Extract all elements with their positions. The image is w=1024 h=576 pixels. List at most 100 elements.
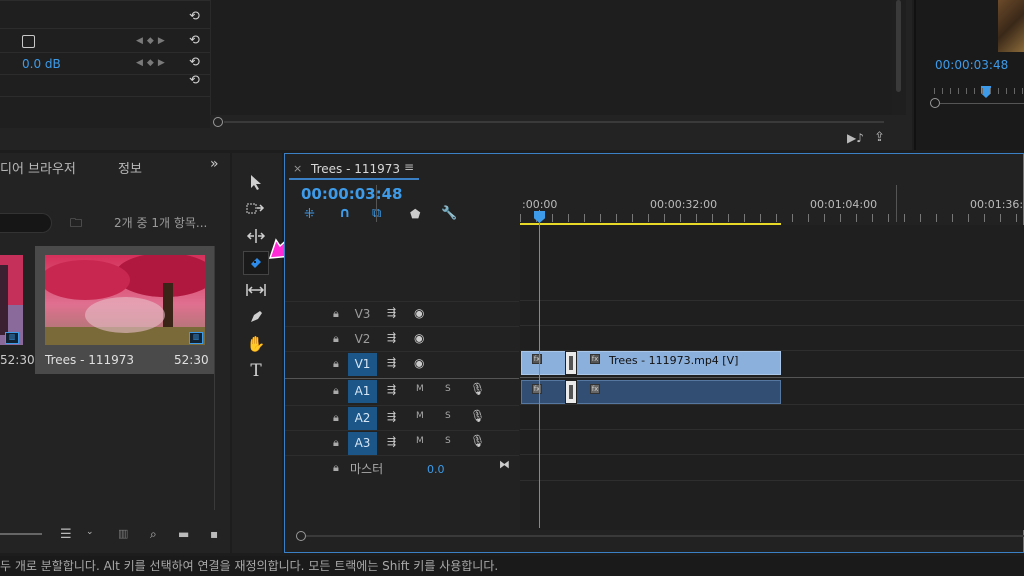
playhead[interactable]	[539, 210, 540, 528]
status-bar: 두 개로 분할합니다. Alt 키를 선택하여 연결을 재정의합니다. 모든 트…	[0, 556, 1024, 576]
pen-tool-icon[interactable]	[243, 305, 269, 329]
vertical-scrollbar[interactable]	[892, 0, 906, 115]
search-icon[interactable]: ⌕	[150, 527, 157, 542]
audio-video-badge-icon: ▥	[189, 332, 203, 344]
razor-cursor	[565, 380, 577, 404]
sync-lock-icon[interactable]: ⇶	[387, 435, 396, 448]
solo-button[interactable]: S	[445, 384, 451, 394]
tab-info[interactable]: 정보	[118, 158, 142, 177]
sort-icon[interactable]: ☰	[60, 527, 72, 542]
program-preview-image	[998, 0, 1024, 52]
search-input[interactable]	[0, 213, 52, 233]
master-track-label: 마스터	[350, 462, 384, 476]
track-toggle-v1[interactable]: V1	[348, 353, 377, 376]
master-volume[interactable]: 0.0	[427, 463, 445, 476]
sync-lock-icon[interactable]: ⇶	[387, 356, 396, 369]
fx-icon: fx	[532, 354, 542, 364]
reset-icon[interactable]: ⟲	[189, 55, 200, 70]
reset-icon[interactable]: ⟲	[189, 9, 200, 24]
program-timecode[interactable]: 00:00:03:48	[935, 58, 1008, 72]
reset-icon[interactable]: ⟲	[189, 33, 200, 48]
track-toggle-v3[interactable]: V3	[348, 303, 377, 326]
ruler-label: 00:00:32:00	[650, 198, 718, 211]
mute-button[interactable]: M	[416, 384, 424, 394]
track-toggle-v2[interactable]: V2	[348, 328, 377, 351]
selection-tool-icon[interactable]	[243, 170, 269, 194]
hand-tool-icon[interactable]: ✋	[243, 332, 269, 356]
razor-cursor	[565, 351, 577, 375]
find-icon[interactable]: 🗀	[70, 214, 82, 235]
microphone-icon[interactable]: 🎙︎	[470, 382, 485, 396]
track-header-v3: 🔒︎ V3 ⇶ ◉	[285, 301, 519, 326]
wrench-icon[interactable]: 🔧	[441, 206, 457, 221]
track-header-a3: 🔒︎ A3 ⇶ M S 🎙︎	[285, 430, 519, 455]
horizontal-scrollbar[interactable]	[210, 117, 892, 127]
track-header-master: 🔒︎ 마스터 0.0 ⧓	[285, 455, 519, 480]
keyframe-nav-icon[interactable]: ◀◆▶	[136, 36, 169, 46]
clip-thumbnail[interactable]	[45, 255, 205, 345]
new-item-icon[interactable]: ▪	[210, 527, 218, 541]
tab-media-browser[interactable]: 디어 브라우저	[0, 158, 76, 177]
solo-button[interactable]: S	[445, 411, 451, 421]
audio-video-badge-icon: ▥	[5, 332, 19, 344]
menu-icon[interactable]: ≡	[404, 160, 414, 174]
track-header-a1: 🔒︎ A1 ⇶ M S 🎙︎	[285, 378, 519, 403]
sequence-tab[interactable]: Trees - 111973	[311, 162, 400, 176]
slip-tool-icon[interactable]	[243, 278, 269, 302]
add-marker-icon[interactable]: ⬟	[410, 207, 420, 221]
microphone-icon[interactable]: 🎙︎	[470, 434, 485, 448]
mute-button[interactable]: M	[416, 436, 424, 446]
video-clip[interactable]: fx fx Trees - 111973.mp4 [V]	[521, 351, 781, 375]
lock-icon[interactable]: 🔒︎	[333, 411, 339, 425]
clip-duration-left: 52:30	[0, 353, 35, 367]
zoom-slider[interactable]	[0, 533, 42, 535]
type-tool-icon[interactable]: T	[243, 359, 269, 383]
sync-lock-icon[interactable]: ⇶	[387, 306, 396, 319]
time-ruler[interactable]: :00:00 00:00:32:00 00:01:04:00 00:01:36:	[520, 195, 1024, 225]
solo-button[interactable]: S	[445, 436, 451, 446]
effect-controls-keyframe-area	[210, 0, 892, 115]
microphone-icon[interactable]: 🎙︎	[470, 409, 485, 423]
audio-only-icon[interactable]: ▶♪	[847, 131, 864, 145]
ruler-label: 00:01:36:	[970, 198, 1024, 211]
track-toggle-a1[interactable]: A1	[348, 380, 377, 403]
chevron-down-icon[interactable]: ⌄	[86, 527, 94, 537]
mute-button[interactable]: M	[416, 411, 424, 421]
track-toggle-a3[interactable]: A3	[348, 432, 377, 455]
nest-icon[interactable]: ⁜	[304, 207, 315, 222]
audio-clip[interactable]: fx fx	[521, 380, 781, 404]
program-scrubber[interactable]	[930, 86, 1024, 108]
clip-duration: 52:30	[174, 353, 209, 367]
export-icon[interactable]: ⇪	[874, 130, 885, 145]
lock-icon[interactable]: 🔒︎	[333, 357, 339, 371]
timeline-timecode[interactable]: 00:00:03:48	[301, 185, 403, 203]
timeline-scrollbar[interactable]	[296, 530, 1024, 542]
track-header-v2: 🔒︎ V2 ⇶ ◉	[285, 326, 519, 351]
eye-icon[interactable]: ◉	[414, 356, 424, 370]
lock-icon[interactable]: 🔒︎	[333, 307, 339, 321]
lock-icon[interactable]: 🔒︎	[333, 332, 339, 346]
sync-lock-icon[interactable]: ⇶	[387, 331, 396, 344]
volume-value[interactable]: 0.0 dB	[22, 57, 61, 71]
go-to-ends-icon[interactable]: ⧓	[499, 458, 510, 471]
track-select-tool-icon[interactable]	[243, 197, 269, 221]
eye-icon[interactable]: ◉	[414, 306, 424, 320]
checkbox[interactable]	[22, 35, 35, 48]
active-tab-underline	[289, 178, 419, 180]
item-count: 2개 중 1개 항목...	[114, 216, 208, 230]
lock-icon[interactable]: 🔒︎	[333, 436, 339, 450]
snap-icon[interactable]: ∩	[339, 205, 350, 221]
ruler-label: 00:01:04:00	[810, 198, 878, 211]
sync-lock-icon[interactable]: ⇶	[387, 383, 396, 396]
storyboard-icon[interactable]: ▥	[118, 527, 128, 540]
reset-icon[interactable]: ⟲	[189, 73, 200, 88]
new-bin-icon[interactable]: ▬	[178, 527, 189, 541]
panel-overflow-icon[interactable]: »	[210, 156, 219, 172]
eye-icon[interactable]: ◉	[414, 331, 424, 345]
track-toggle-a2[interactable]: A2	[348, 407, 377, 430]
close-icon[interactable]: ×	[293, 162, 302, 175]
lock-icon[interactable]: 🔒︎	[333, 384, 339, 398]
sync-lock-icon[interactable]: ⇶	[387, 410, 396, 423]
lock-icon[interactable]: 🔒︎	[333, 461, 339, 475]
keyframe-nav-icon[interactable]: ◀◆▶	[136, 58, 169, 68]
